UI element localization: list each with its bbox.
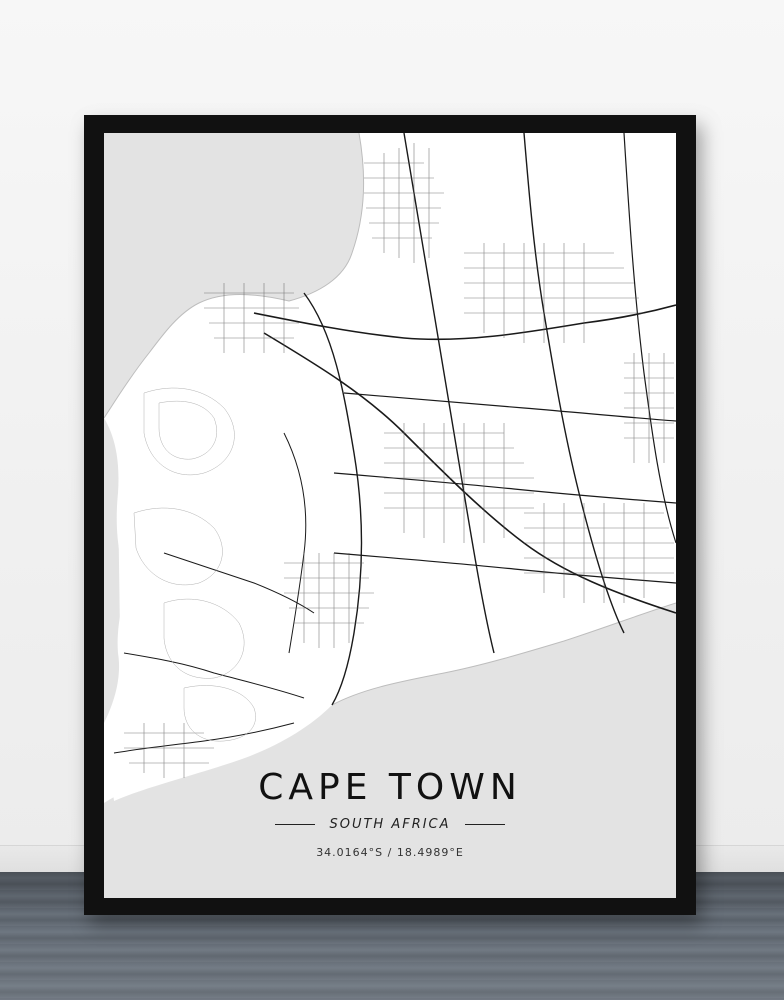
- country-row: SOUTH AFRICA: [104, 817, 676, 832]
- country-subtitle: SOUTH AFRICA: [329, 817, 451, 832]
- city-title: CAPE TOWN: [258, 767, 522, 808]
- poster-caption: CAPE TOWN SOUTH AFRICA 34.0164°S / 18.49…: [104, 763, 676, 859]
- right-divider: [464, 824, 505, 825]
- table-bay-water: [104, 133, 364, 418]
- coordinates-text: 34.0164°S / 18.4989°E: [316, 846, 464, 859]
- left-divider: [275, 824, 316, 825]
- map-poster: CAPE TOWN SOUTH AFRICA 34.0164°S / 18.49…: [104, 133, 676, 898]
